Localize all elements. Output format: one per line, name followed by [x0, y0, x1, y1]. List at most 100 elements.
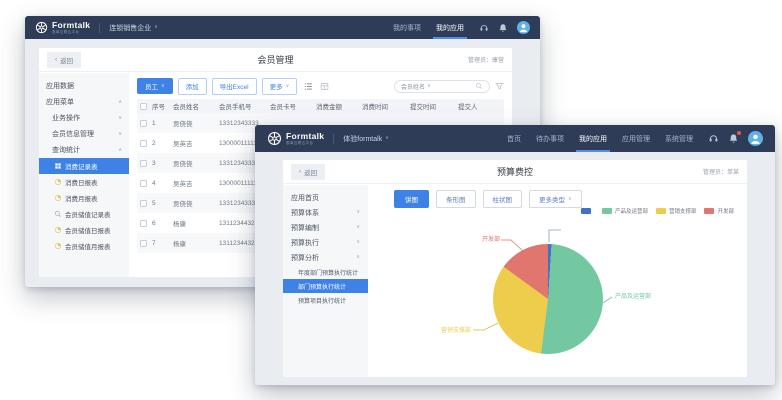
legend-swatch [602, 208, 612, 214]
bell-icon[interactable] [498, 23, 508, 33]
select-all-checkbox[interactable] [140, 103, 147, 110]
sidebar-item-business-ops[interactable]: 业务操作∨ [39, 110, 129, 126]
nav-home[interactable]: 首页 [507, 125, 521, 152]
nav-todo[interactable]: 待办事项 [536, 125, 564, 152]
chevron-down-icon: ∨ [356, 210, 360, 215]
chevron-down-icon: ∨ [161, 84, 165, 89]
pie-chart-button[interactable]: 饼图 [394, 190, 429, 208]
chevron-down-icon: ∨ [154, 25, 158, 30]
sidebar-item-app-home[interactable]: 应用首页 [283, 190, 368, 205]
row-checkbox[interactable] [140, 240, 147, 247]
grid-icon [54, 162, 62, 170]
sidebar-item-query-stats[interactable]: 查询统计∧ [39, 142, 129, 158]
chevron-down-icon: ∨ [356, 240, 360, 245]
notification-badge [737, 131, 741, 135]
brand[interactable]: Formtalk 表单互联云平台 [267, 131, 324, 146]
bar-chart-button[interactable]: 条形图 [436, 190, 476, 208]
nav-my-matters[interactable]: 我的事项 [393, 16, 421, 39]
sidebar-item-stored-daily[interactable]: 会员储值日报表 [39, 222, 129, 238]
app-header: Formtalk 表单互联云平台 连锁销售企业 ∨ 我的事项 我的应用 [25, 16, 540, 39]
sidebar-item-budget-system[interactable]: 预算体系∨ [283, 205, 368, 220]
nav-my-apps[interactable]: 我的应用 [436, 16, 464, 39]
sidebar-item-consume-monthly[interactable]: 消费月报表 [39, 190, 129, 206]
legend-item[interactable]: 开发部 [704, 207, 734, 215]
page-title: 预算费控 [283, 165, 747, 178]
sidebar-item-project-exec-stats[interactable]: 预算项目执行统计 [283, 293, 368, 307]
chevron-down-icon: ∨ [385, 136, 389, 141]
formtalk-logo-icon [267, 131, 282, 146]
list-view-icon[interactable] [304, 82, 313, 91]
sidebar-item-annual-dept-stats[interactable]: 年度部门预算执行统计 [283, 265, 368, 279]
export-excel-button[interactable]: 导出Excel [212, 78, 257, 95]
brand-name: Formtalk [286, 132, 324, 141]
page-title: 会员管理 [39, 53, 512, 66]
chevron-down-icon: ∨ [286, 84, 290, 89]
pie-chart[interactable] [493, 244, 603, 354]
pie-label-dev-dept: 开发部 [474, 234, 500, 243]
chevron-down-icon: ∨ [118, 132, 122, 137]
more-button[interactable]: 更多 ∨ [262, 78, 298, 95]
service-icon[interactable] [708, 133, 719, 144]
search-input[interactable]: 会员姓名 ∨ [394, 80, 490, 93]
chevron-down-icon: ∨ [118, 116, 122, 121]
app-sidebar: 应用数据 应用菜单∧ 业务操作∨ 会员信息管理∨ 查询统计∧ 消费记录表 消费日… [39, 73, 129, 277]
legend-item[interactable]: 营销支撑部 [656, 207, 697, 215]
brand-tagline: 表单互联云平台 [52, 31, 90, 35]
employee-button[interactable]: 员工 ∨ [137, 78, 173, 94]
brand-name: Formtalk [52, 21, 90, 30]
sidebar-item-app-menu[interactable]: 应用菜单∧ [39, 94, 129, 110]
org-switcher[interactable]: 体验formtalk ∨ [333, 134, 389, 144]
legend-label: 营销支撑部 [669, 207, 697, 215]
row-checkbox[interactable] [140, 200, 147, 207]
avatar[interactable] [748, 131, 763, 146]
search-icon [475, 82, 483, 90]
chart-legend: 产品及运营部 营销支撑部 开发部 [581, 207, 734, 215]
pie-icon [54, 194, 62, 202]
sidebar-item-budget-analysis[interactable]: 预算分析∧ [283, 250, 368, 265]
avatar[interactable] [517, 21, 530, 34]
more-chart-types-button[interactable]: 更多类型 ∨ [529, 190, 582, 208]
row-checkbox[interactable] [140, 140, 147, 147]
filter-icon[interactable] [495, 82, 504, 91]
nav-my-apps[interactable]: 我的应用 [579, 125, 607, 152]
admin-label: 管理员：康营 [468, 55, 504, 64]
card-view-icon[interactable] [320, 82, 329, 91]
legend-label: 产品及运营部 [615, 207, 648, 215]
brand[interactable]: Formtalk 表单互联云平台 [35, 21, 90, 34]
sidebar-item-stored-records[interactable]: 会员储值记录表 [39, 206, 129, 222]
sidebar-item-consume-records[interactable]: 消费记录表 [39, 158, 129, 174]
sidebar-item-budget-exec[interactable]: 预算执行∨ [283, 235, 368, 250]
org-switcher[interactable]: 连锁销售企业 ∨ [99, 23, 158, 33]
admin-label: 管理员：单某 [703, 167, 739, 176]
app-sidebar: 应用首页 预算体系∨ 预算编制∨ 预算执行∨ 预算分析∧ 年度部门预算执行统计 … [283, 185, 368, 377]
table-header: 序号 会员姓名 会员手机号 会员卡号 消费金额 消费时间 提交时间 提交人 [137, 99, 504, 113]
legend-swatch [656, 208, 666, 214]
bell-icon[interactable] [728, 133, 739, 144]
top-nav: 首页 待办事项 我的应用 应用管理 系统管理 [507, 125, 693, 152]
back-arrow-icon: ‹ [299, 168, 301, 175]
nav-app-management[interactable]: 应用管理 [622, 125, 650, 152]
legend-label: 开发部 [717, 207, 734, 215]
back-button[interactable]: ‹ 返回 [291, 164, 325, 180]
row-checkbox[interactable] [140, 180, 147, 187]
content-card: ‹ 返回 预算费控 管理员：单某 应用首页 预算体系∨ 预算编制∨ 预算执行∨ … [283, 160, 747, 377]
sidebar-item-dept-exec-stats[interactable]: 部门预算执行统计 [283, 279, 368, 293]
row-checkbox[interactable] [140, 120, 147, 127]
row-checkbox[interactable] [140, 160, 147, 167]
column-chart-button[interactable]: 柱状图 [483, 190, 523, 208]
sidebar-item-consume-daily[interactable]: 消费日报表 [39, 174, 129, 190]
legend-item[interactable] [581, 208, 594, 214]
legend-item[interactable]: 产品及运营部 [602, 207, 648, 215]
legend-swatch [704, 208, 714, 214]
nav-system-management[interactable]: 系统管理 [665, 125, 693, 152]
sidebar-item-budget-compile[interactable]: 预算编制∨ [283, 220, 368, 235]
row-checkbox[interactable] [140, 220, 147, 227]
sidebar-item-stored-monthly[interactable]: 会员储值月报表 [39, 238, 129, 254]
chevron-down-icon: ∨ [568, 197, 572, 202]
chevron-up-icon: ∧ [118, 148, 122, 153]
back-button[interactable]: ‹ 返回 [47, 52, 81, 68]
add-button[interactable]: 添加 [178, 78, 207, 95]
service-icon[interactable] [479, 23, 489, 33]
sidebar-item-member-info[interactable]: 会员信息管理∨ [39, 126, 129, 142]
sidebar-item-app-data[interactable]: 应用数据 [39, 78, 129, 94]
